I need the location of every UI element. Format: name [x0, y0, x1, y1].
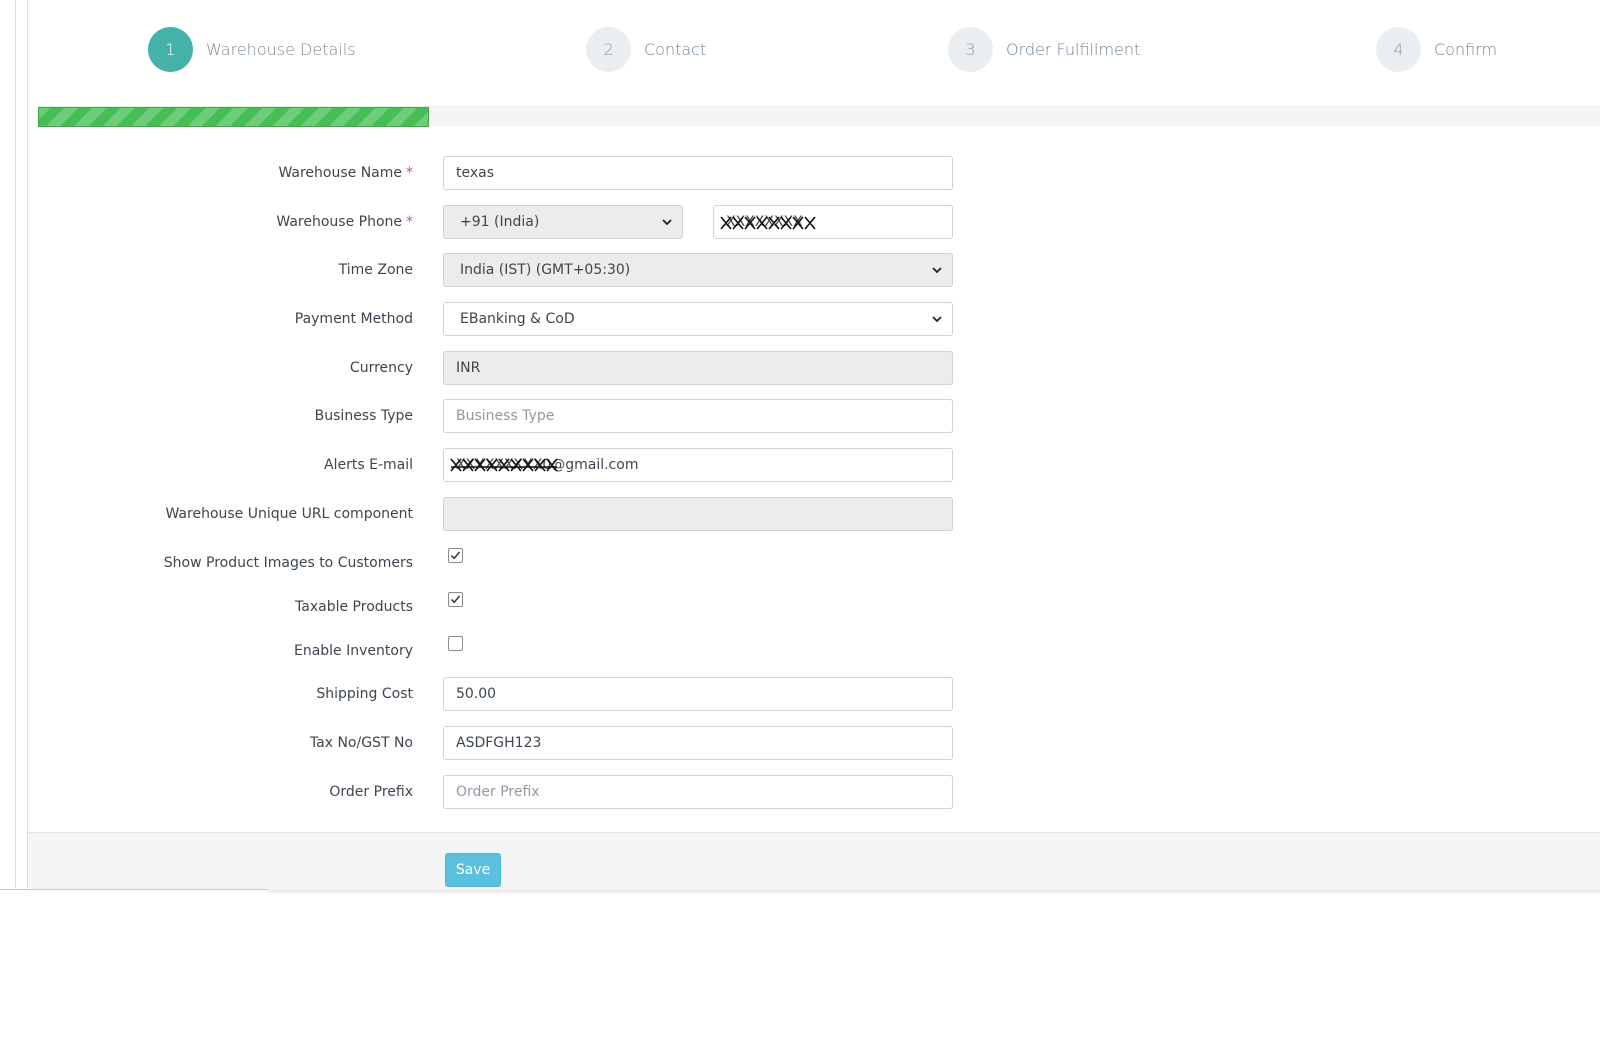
form-row-taxable-products: Taxable Products — [28, 590, 988, 624]
chevron-down-icon — [932, 316, 942, 323]
step-number: 3 — [948, 26, 993, 72]
form-row-order-prefix: Order Prefix — [28, 775, 988, 809]
field-label: Show Product Images to Customers — [163, 555, 413, 571]
checkmark-icon — [450, 595, 461, 604]
step-label: Order Fulfillment — [1006, 39, 1141, 59]
form-row-business-type: Business Type — [28, 399, 988, 433]
taxable-products-checkbox[interactable] — [448, 592, 463, 607]
form-row-warehouse-phone: Warehouse Phone * +91 (India) — [28, 205, 988, 239]
field-label: Warehouse Name — [278, 165, 402, 181]
time-zone-select[interactable]: India (IST) (GMT+05:30) — [443, 253, 953, 287]
form-row-warehouse-name: Warehouse Name * — [28, 156, 988, 190]
field-label: Taxable Products — [295, 599, 413, 615]
step-number: 2 — [586, 26, 631, 72]
payment-method-select[interactable]: EBanking & CoD — [443, 302, 953, 336]
form-row-tax-no: Tax No/GST No — [28, 726, 988, 760]
step-label: Warehouse Details — [206, 39, 356, 59]
field-label: Business Type — [314, 408, 413, 424]
warehouse-wizard-panel: 1 Warehouse Details 2 Contact 3 Order Fu… — [28, 0, 1600, 890]
step-label: Confirm — [1434, 39, 1498, 59]
tax-no-input[interactable] — [443, 726, 953, 760]
form-row-show-product-images: Show Product Images to Customers — [28, 546, 988, 580]
country-code-select[interactable]: +91 (India) — [443, 205, 683, 239]
field-label: Warehouse Unique URL component — [165, 506, 413, 522]
field-label: Time Zone — [338, 262, 413, 278]
field-label: Enable Inventory — [293, 643, 413, 659]
field-label: Tax No/GST No — [309, 735, 413, 751]
field-label: Payment Method — [294, 311, 413, 327]
divider — [268, 889, 1600, 893]
alerts-email-input[interactable] — [443, 448, 953, 482]
field-label: Shipping Cost — [316, 686, 413, 702]
field-label: Currency — [349, 360, 413, 376]
select-value: EBanking & CoD — [460, 311, 575, 327]
step-label: Contact — [644, 39, 707, 59]
phone-number-wrapper — [713, 205, 953, 239]
progress-bar-fill — [38, 107, 429, 127]
enable-inventory-checkbox[interactable] — [448, 636, 463, 651]
wizard-step-order-fulfillment[interactable]: 3 Order Fulfillment — [948, 26, 1141, 72]
save-button[interactable]: Save — [445, 853, 501, 887]
warehouse-name-input[interactable] — [443, 156, 953, 190]
shipping-cost-input[interactable] — [443, 677, 953, 711]
order-prefix-input[interactable] — [443, 775, 953, 809]
checkmark-icon — [450, 551, 461, 560]
form-row-unique-url: Warehouse Unique URL component — [28, 497, 988, 531]
wizard-step-contact[interactable]: 2 Contact — [586, 26, 707, 72]
select-value: +91 (India) — [460, 214, 540, 230]
chevron-down-icon — [932, 267, 942, 274]
show-product-images-checkbox[interactable] — [448, 548, 463, 563]
field-label: Warehouse Phone — [276, 214, 402, 230]
divider — [0, 889, 268, 890]
form-row-alerts-email: Alerts E-mail — [28, 448, 988, 482]
required-marker: * — [406, 214, 413, 230]
form-row-payment-method: Payment Method EBanking & CoD — [28, 302, 988, 336]
form-row-enable-inventory: Enable Inventory — [28, 634, 988, 668]
select-value: India (IST) (GMT+05:30) — [460, 262, 631, 278]
required-marker: * — [406, 165, 413, 181]
gutter-line — [15, 0, 16, 888]
step-number: 4 — [1376, 26, 1421, 72]
field-label: Order Prefix — [329, 784, 413, 800]
step-number: 1 — [148, 26, 193, 72]
chevron-down-icon — [662, 219, 672, 226]
currency-input — [443, 351, 953, 385]
form-row-currency: Currency — [28, 351, 988, 385]
wizard-step-confirm[interactable]: 4 Confirm — [1376, 26, 1498, 72]
form-row-shipping-cost: Shipping Cost — [28, 677, 988, 711]
form-row-time-zone: Time Zone India (IST) (GMT+05:30) — [28, 253, 988, 287]
business-type-input[interactable] — [443, 399, 953, 433]
unique-url-input — [443, 497, 953, 531]
field-label: Alerts E-mail — [324, 457, 413, 473]
phone-number-input[interactable] — [713, 205, 953, 239]
progress-bar — [38, 106, 1600, 127]
wizard-step-warehouse-details[interactable]: 1 Warehouse Details — [148, 26, 356, 72]
form-footer: Save — [28, 832, 1600, 890]
